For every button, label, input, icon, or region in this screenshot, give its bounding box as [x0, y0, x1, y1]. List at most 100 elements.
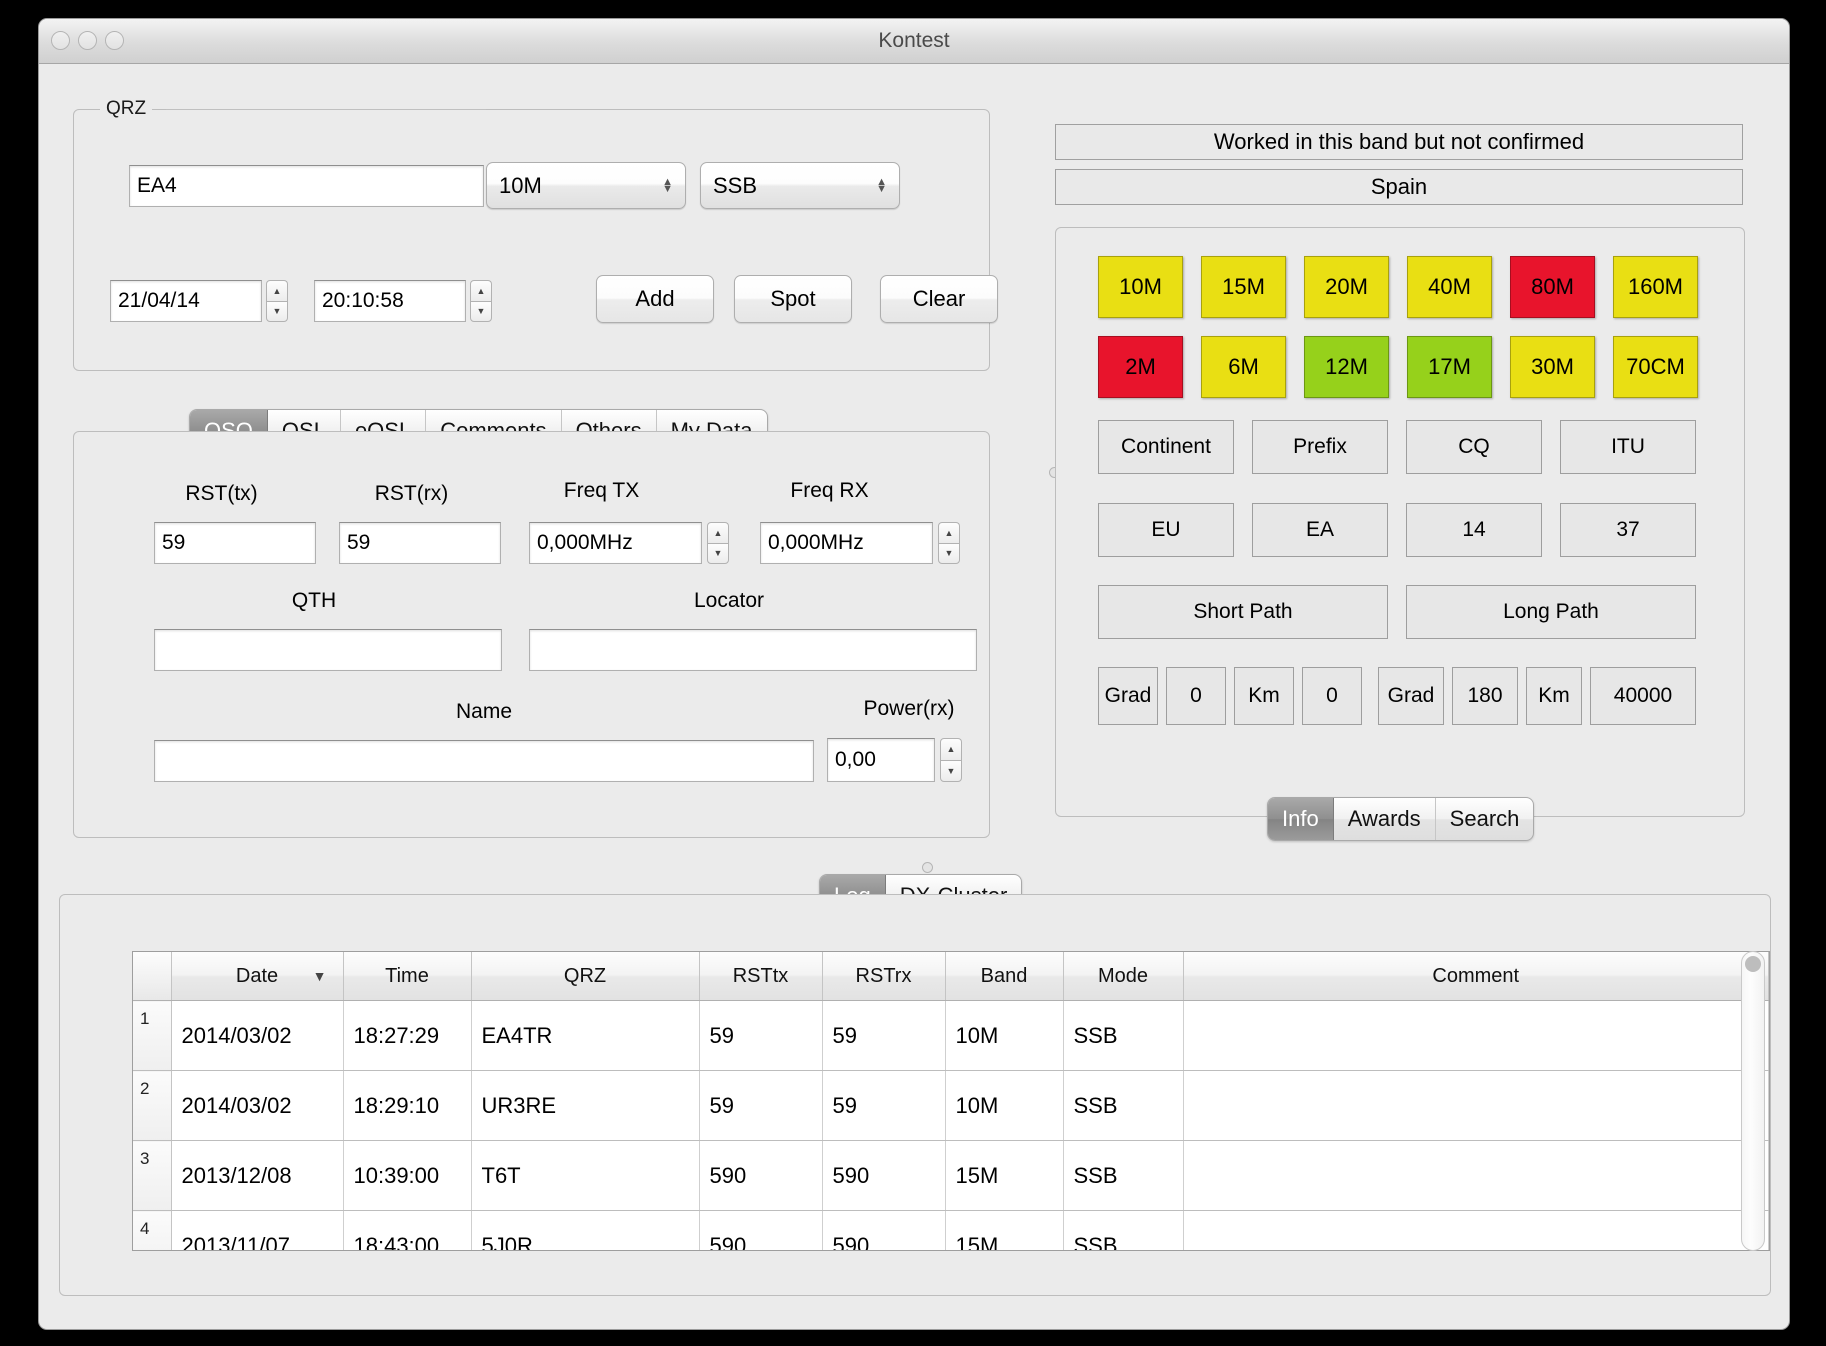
log-table-header-row: Date ▼ Time QRZ RSTtx RSTrx Band Mode Co…	[133, 952, 1769, 1001]
cell-time: 18:29:10	[343, 1070, 472, 1141]
band-button-15m[interactable]: 15M	[1201, 256, 1286, 318]
cell-mode: SSB	[1063, 1210, 1184, 1250]
short-path-header: Short Path	[1098, 585, 1388, 639]
locator-input[interactable]	[529, 629, 977, 671]
tab-info[interactable]: Info	[1268, 798, 1334, 840]
col-header-rsttx[interactable]: RSTtx	[699, 952, 823, 1001]
col-header-mode[interactable]: Mode	[1063, 952, 1184, 1001]
band-select[interactable]: 10M ▲ ▼	[486, 162, 686, 209]
time-stepper-up-icon[interactable]: ▲	[470, 280, 492, 301]
freq-rx-input[interactable]: 0,000MHz	[760, 522, 933, 564]
time-stepper-down-icon[interactable]: ▼	[470, 300, 492, 322]
tab-search[interactable]: Search	[1436, 798, 1534, 840]
date-input[interactable]: 21/04/14	[110, 280, 262, 322]
table-row[interactable]: 2 2014/03/02 18:29:10 UR3RE 59 59 10M SS…	[133, 1070, 1769, 1141]
power-rx-label: Power(rx)	[863, 697, 955, 720]
long-path-km-value: 40000	[1590, 667, 1696, 725]
col-header-date[interactable]: Date ▼	[171, 952, 344, 1001]
cell-rstrx: 59	[822, 1070, 946, 1141]
band-select-value: 10M	[499, 172, 542, 198]
freq-tx-label: Freq TX	[563, 479, 640, 502]
cell-date: 2013/11/07	[171, 1210, 344, 1250]
cell-comment	[1183, 1210, 1769, 1250]
band-button-40m[interactable]: 40M	[1407, 256, 1492, 318]
time-input[interactable]: 20:10:58	[314, 280, 466, 322]
power-rx-stepper-down-icon[interactable]: ▼	[940, 759, 962, 782]
cell-time: 10:39:00	[343, 1140, 472, 1211]
band-button-160m[interactable]: 160M	[1613, 256, 1698, 318]
freq-rx-stepper-up-icon[interactable]: ▲	[938, 522, 960, 543]
rst-rx-label: RST(rx)	[374, 482, 449, 505]
cell-rsttx: 59	[699, 1070, 823, 1141]
cell-rsttx: 590	[699, 1140, 823, 1211]
freq-tx-stepper-up-icon[interactable]: ▲	[707, 522, 729, 543]
freq-tx-stepper[interactable]: ▲ ▼	[707, 522, 729, 564]
date-stepper[interactable]: ▲ ▼	[266, 280, 288, 322]
freq-rx-stepper-down-icon[interactable]: ▼	[938, 542, 960, 564]
col-header-comment[interactable]: Comment	[1183, 952, 1769, 1001]
band-button-70cm[interactable]: 70CM	[1613, 336, 1698, 398]
date-stepper-down-icon[interactable]: ▼	[266, 300, 288, 322]
cell-comment	[1183, 1000, 1769, 1071]
cell-qrz: T6T	[471, 1140, 700, 1211]
rst-tx-label: RST(tx)	[185, 482, 258, 505]
cell-rstrx: 590	[822, 1140, 946, 1211]
short-path-km-label: Km	[1234, 667, 1294, 725]
rst-rx-input[interactable]: 59	[339, 522, 501, 564]
spot-button[interactable]: Spot	[734, 275, 852, 323]
qrz-group-rule	[166, 109, 486, 110]
name-label: Name	[455, 700, 513, 723]
rst-tx-input[interactable]: 59	[154, 522, 316, 564]
power-rx-stepper-up-icon[interactable]: ▲	[940, 738, 962, 760]
tab-awards[interactable]: Awards	[1334, 798, 1436, 840]
clear-button[interactable]: Clear	[880, 275, 998, 323]
cell-rstrx: 590	[822, 1210, 946, 1250]
band-button-20m[interactable]: 20M	[1304, 256, 1389, 318]
qth-input[interactable]	[154, 629, 502, 671]
band-button-2m[interactable]: 2M	[1098, 336, 1183, 398]
band-button-30m[interactable]: 30M	[1510, 336, 1595, 398]
freq-rx-stepper[interactable]: ▲ ▼	[938, 522, 960, 564]
kontest-window: Kontest QRZ EA4 10M ▲ ▼ SSB ▲ ▼ 21/04/14 ▲…	[38, 18, 1790, 1330]
log-table-container: Date ▼ Time QRZ RSTtx RSTrx Band Mode Co…	[132, 951, 1770, 1251]
cell-mode: SSB	[1063, 1070, 1184, 1141]
log-table-scrollbar[interactable]	[1741, 951, 1765, 1251]
cell-date: 2014/03/02	[171, 1000, 344, 1071]
col-header-band[interactable]: Band	[945, 952, 1064, 1001]
callsign-input[interactable]: EA4	[129, 165, 484, 207]
band-button-10m[interactable]: 10M	[1098, 256, 1183, 318]
cell-time: 18:27:29	[343, 1000, 472, 1071]
col-header-qrz[interactable]: QRZ	[471, 952, 700, 1001]
col-header-time[interactable]: Time	[343, 952, 472, 1001]
freq-tx-input[interactable]: 0,000MHz	[529, 522, 702, 564]
table-row[interactable]: 3 2013/12/08 10:39:00 T6T 590 590 15M SS…	[133, 1140, 1769, 1211]
band-button-12m[interactable]: 12M	[1304, 336, 1389, 398]
band-button-80m[interactable]: 80M	[1510, 256, 1595, 318]
short-path-grad-label: Grad	[1098, 667, 1158, 725]
date-stepper-up-icon[interactable]: ▲	[266, 280, 288, 301]
band-select-arrows-icon: ▲ ▼	[662, 175, 673, 195]
itu-value: 37	[1560, 503, 1696, 557]
band-button-17m[interactable]: 17M	[1407, 336, 1492, 398]
scrollbar-thumb[interactable]	[1745, 956, 1761, 972]
cq-header: CQ	[1406, 420, 1542, 474]
col-header-rstrx[interactable]: RSTrx	[822, 952, 946, 1001]
cell-band: 15M	[945, 1210, 1064, 1250]
add-button[interactable]: Add	[596, 275, 714, 323]
vertical-split-handle[interactable]	[922, 862, 933, 873]
table-row[interactable]: 1 2014/03/02 18:27:29 EA4TR 59 59 10M SS…	[133, 1000, 1769, 1071]
time-stepper[interactable]: ▲ ▼	[470, 280, 492, 322]
power-rx-input[interactable]: 0,00	[827, 738, 935, 782]
table-row[interactable]: 4 2013/11/07 18:43:00 5J0R 590 590 15M S…	[133, 1210, 1769, 1250]
mode-select[interactable]: SSB ▲ ▼	[700, 162, 900, 209]
cell-comment	[1183, 1140, 1769, 1211]
power-rx-stepper[interactable]: ▲ ▼	[940, 738, 962, 782]
name-input[interactable]	[154, 740, 814, 782]
log-table-body: 1 2014/03/02 18:27:29 EA4TR 59 59 10M SS…	[133, 1000, 1769, 1250]
mode-select-arrows-icon: ▲ ▼	[876, 175, 887, 195]
freq-tx-stepper-down-icon[interactable]: ▼	[707, 542, 729, 564]
cell-date: 2014/03/02	[171, 1070, 344, 1141]
window-title: Kontest	[878, 29, 950, 52]
band-button-6m[interactable]: 6M	[1201, 336, 1286, 398]
right-panel-tabbar[interactable]: Info Awards Search	[1267, 797, 1535, 841]
